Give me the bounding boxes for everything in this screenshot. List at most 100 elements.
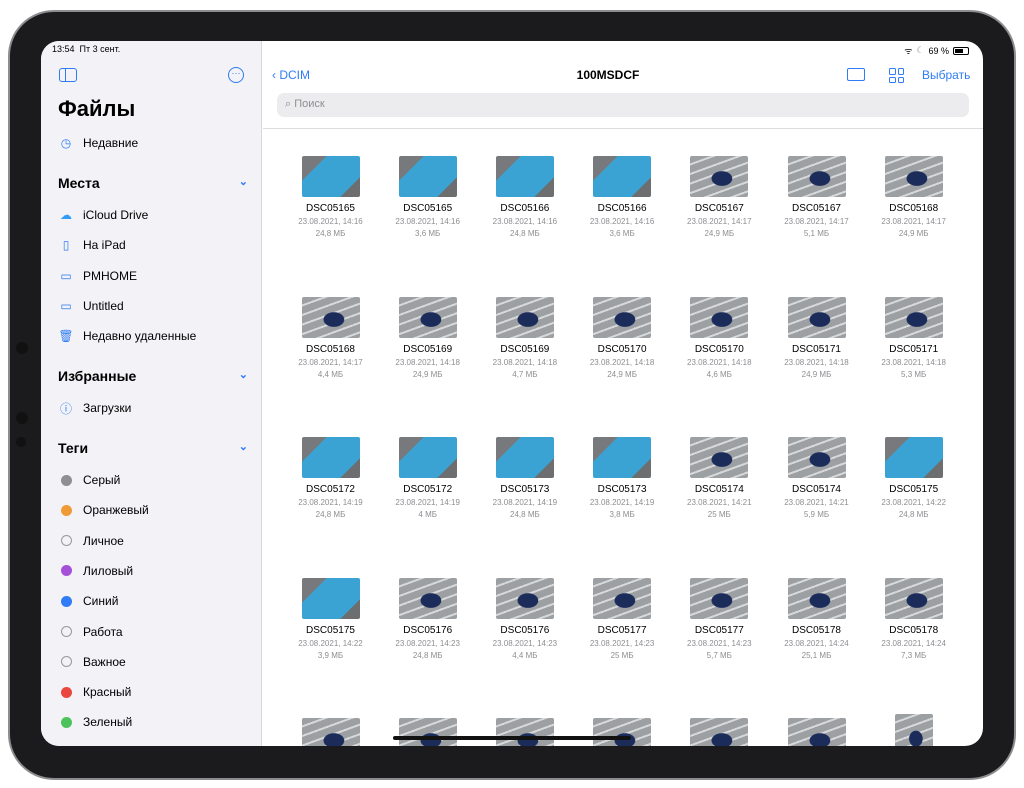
file-thumbnail: [398, 718, 457, 746]
file-item[interactable]: DSC05172 23.08.2021, 14:19 4 МБ: [379, 437, 476, 519]
file-item[interactable]: DSC05178 23.08.2021, 14:24 25,1 МБ: [768, 577, 865, 660]
file-item[interactable]: [476, 718, 573, 746]
file-item[interactable]: DSC05166 23.08.2021, 14:16 24,8 МБ: [476, 156, 573, 238]
file-item[interactable]: DSC05170 23.08.2021, 14:18 24,9 МБ: [574, 296, 671, 379]
section-favorites[interactable]: Избранные ⌄: [58, 368, 248, 384]
file-size: 24,9 МБ: [412, 369, 443, 379]
grid-view-icon[interactable]: [889, 68, 904, 83]
file-size: 3,8 МБ: [609, 510, 635, 519]
sidebar-item-recent[interactable]: ◷ Недавние: [58, 135, 138, 151]
search-input[interactable]: ⌕ Поиск: [277, 93, 969, 117]
sidebar-item-untitled[interactable]: ▭ Untitled: [58, 298, 123, 314]
tag-icon: [58, 654, 74, 670]
file-thumbnail: [593, 718, 652, 746]
home-indicator[interactable]: [393, 736, 631, 740]
file-item[interactable]: [865, 714, 962, 746]
sidebar-item-ipad[interactable]: ▯ На iPad: [58, 237, 126, 253]
file-date: 23.08.2021, 14:17: [784, 217, 849, 226]
sidebar-tag-item[interactable]: Личное: [58, 533, 124, 549]
file-item[interactable]: DSC05175 23.08.2021, 14:22 3,9 МБ: [282, 577, 379, 660]
sidebar-tag-item[interactable]: Лиловый: [58, 563, 133, 579]
file-item[interactable]: DSC05173 23.08.2021, 14:19 24,8 МБ: [476, 437, 573, 519]
file-item[interactable]: DSC05168 23.08.2021, 14:17 4,4 МБ: [282, 296, 379, 379]
sidebar-toggle-icon[interactable]: [59, 68, 77, 82]
file-thumbnail: [894, 714, 933, 746]
file-item[interactable]: DSC05165 23.08.2021, 14:16 3,6 МБ: [379, 156, 476, 238]
sidebar-tag-item[interactable]: Зеленый: [58, 714, 132, 730]
tag-dot-icon: [60, 535, 72, 547]
ipad-icon: ▯: [62, 238, 70, 252]
sidebar-tag-item[interactable]: Синий: [58, 593, 118, 609]
file-thumbnail: [495, 156, 554, 197]
label: Избранные: [58, 368, 137, 384]
file-item[interactable]: [768, 718, 865, 746]
file-item[interactable]: DSC05171 23.08.2021, 14:18 5,3 МБ: [865, 296, 962, 379]
new-folder-icon[interactable]: [847, 68, 865, 81]
file-size: 24,8 МБ: [315, 510, 346, 519]
file-item[interactable]: DSC05176 23.08.2021, 14:23 4,4 МБ: [476, 577, 573, 660]
tag-dot-icon: [60, 565, 72, 577]
sidebar-tag-item[interactable]: Работа: [58, 624, 123, 640]
sidebar-tag-item[interactable]: Важное: [58, 654, 126, 670]
section-tags[interactable]: Теги ⌄: [58, 440, 248, 456]
sidebar-item-pmhome[interactable]: ▭ PMHOME: [58, 268, 137, 284]
file-size: 5,7 МБ: [706, 650, 732, 660]
file-item[interactable]: DSC05174 23.08.2021, 14:21 25 МБ: [671, 437, 768, 519]
file-item[interactable]: DSC05169 23.08.2021, 14:18 4,7 МБ: [476, 296, 573, 379]
sidebar-tag-item[interactable]: Серый: [58, 472, 120, 488]
file-item[interactable]: DSC05168 23.08.2021, 14:17 24,9 МБ: [865, 156, 962, 238]
file-size: 5,3 МБ: [901, 369, 927, 379]
file-date: 23.08.2021, 14:24: [784, 638, 849, 648]
sidebar-tag-item[interactable]: Оранжевый: [58, 502, 149, 518]
file-name: DSC05174: [694, 484, 744, 495]
folder-title: 100MSDCF: [576, 68, 640, 82]
file-item[interactable]: DSC05177 23.08.2021, 14:23 5,7 МБ: [671, 577, 768, 660]
file-item[interactable]: DSC05167 23.08.2021, 14:17 24,9 МБ: [671, 156, 768, 238]
file-item[interactable]: DSC05165 23.08.2021, 14:16 24,8 МБ: [282, 156, 379, 238]
file-thumbnail: [398, 156, 457, 197]
file-item[interactable]: DSC05166 23.08.2021, 14:16 3,6 МБ: [574, 156, 671, 238]
file-item[interactable]: [379, 718, 476, 746]
file-item[interactable]: DSC05167 23.08.2021, 14:17 5,1 МБ: [768, 156, 865, 238]
file-thumbnail: [884, 437, 943, 478]
label: Лиловый: [83, 563, 134, 578]
file-item[interactable]: DSC05178 23.08.2021, 14:24 7,3 МБ: [865, 577, 962, 660]
file-date: 23.08.2021, 14:17: [298, 357, 363, 367]
main-content: ᯤ ☾ 69 % ‹ DCIM 100MSDCF Выбрать ⌕ Поиск D…: [263, 41, 983, 746]
file-item[interactable]: DSC05169 23.08.2021, 14:18 24,9 МБ: [379, 296, 476, 379]
file-item[interactable]: DSC05173 23.08.2021, 14:19 3,8 МБ: [574, 437, 671, 519]
file-date: 23.08.2021, 14:17: [687, 217, 752, 226]
status-right: ᯤ ☾ 69 %: [904, 44, 969, 57]
file-item[interactable]: DSC05171 23.08.2021, 14:18 24,9 МБ: [768, 296, 865, 379]
more-icon[interactable]: ···: [228, 67, 244, 83]
file-date: 23.08.2021, 14:19: [298, 498, 363, 507]
sidebar-tag-item[interactable]: Красный: [58, 684, 131, 700]
file-item[interactable]: DSC05176 23.08.2021, 14:23 24,8 МБ: [379, 577, 476, 660]
sidebar-item-deleted[interactable]: 🗑 Недавно удаленные: [58, 328, 196, 344]
file-item[interactable]: DSC05177 23.08.2021, 14:23 25 МБ: [574, 577, 671, 660]
file-item[interactable]: DSC05175 23.08.2021, 14:22 24,8 МБ: [865, 437, 962, 519]
file-item[interactable]: [574, 718, 671, 746]
file-thumbnail: [495, 437, 554, 478]
file-item[interactable]: DSC05170 23.08.2021, 14:18 4,6 МБ: [671, 296, 768, 379]
file-date: 23.08.2021, 14:17: [881, 217, 946, 226]
sidebar-item-downloads[interactable]: ⓘ Загрузки: [58, 400, 131, 416]
sensor: [16, 437, 26, 447]
file-thumbnail: [787, 296, 846, 338]
file-thumbnail: [690, 437, 749, 478]
file-item[interactable]: [671, 718, 768, 746]
select-button[interactable]: Выбрать: [922, 68, 970, 82]
file-date: 23.08.2021, 14:18: [589, 357, 655, 367]
file-thumbnail: [884, 296, 943, 338]
file-item[interactable]: [282, 718, 379, 746]
file-size: 3,6 МБ: [415, 229, 441, 238]
file-thumbnail: [593, 577, 652, 619]
file-thumbnail: [787, 718, 846, 746]
file-name: DSC05166: [500, 203, 550, 214]
chevron-down-icon: ⌄: [238, 176, 248, 188]
file-item[interactable]: DSC05172 23.08.2021, 14:19 24,8 МБ: [282, 437, 379, 519]
sidebar-item-icloud[interactable]: ☁ iCloud Drive: [58, 207, 148, 223]
section-places[interactable]: Места ⌄: [58, 175, 248, 191]
file-name: DSC05178: [889, 624, 939, 636]
file-item[interactable]: DSC05174 23.08.2021, 14:21 5,9 МБ: [768, 437, 865, 519]
